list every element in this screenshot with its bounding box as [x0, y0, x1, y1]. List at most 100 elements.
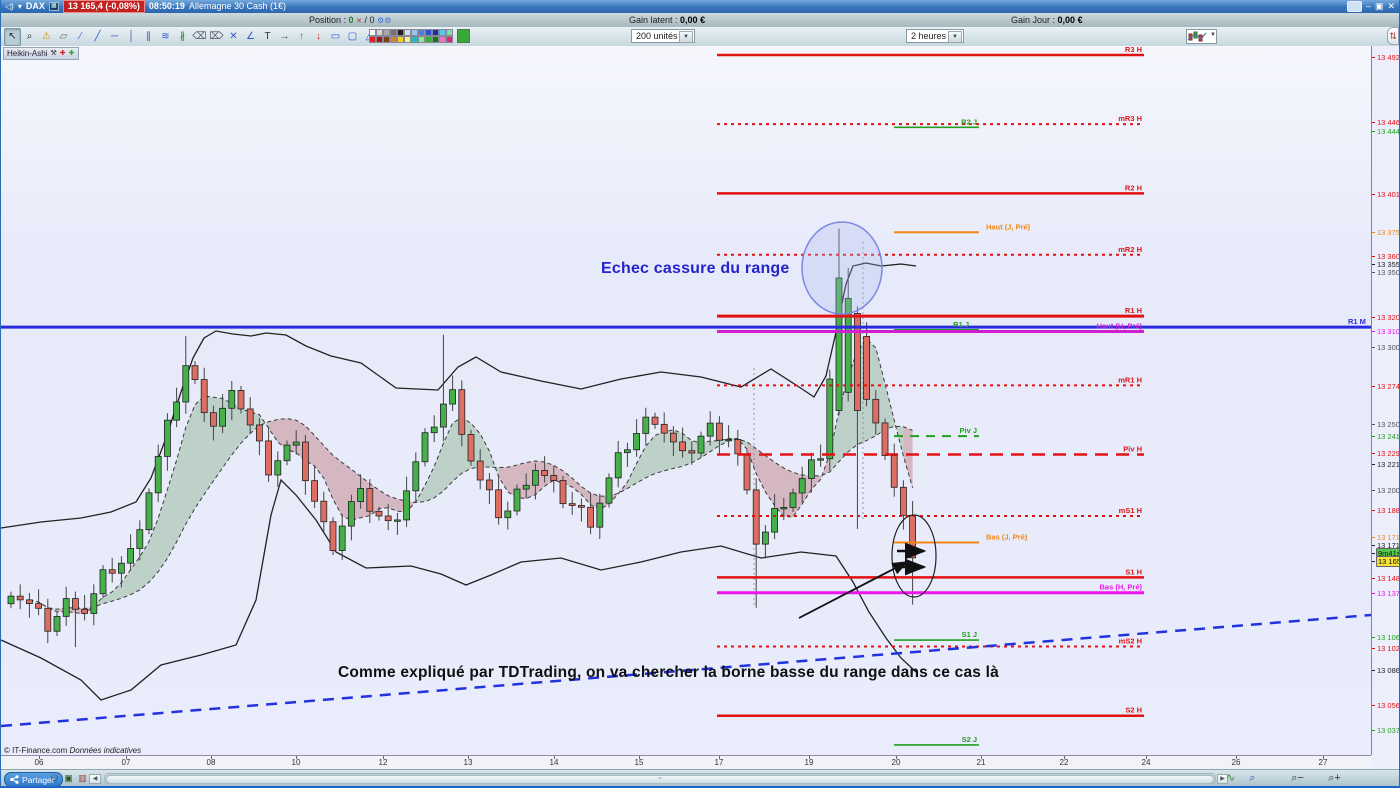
add-indicator-icon[interactable]: ✚ [69, 48, 75, 59]
level-label: Piv H [1123, 445, 1142, 454]
timeframe-select[interactable]: 2 heures ▼ [906, 29, 964, 43]
color-swatch[interactable] [446, 36, 453, 43]
color-swatch[interactable] [376, 29, 383, 36]
color-swatch[interactable] [439, 36, 446, 43]
restore-button[interactable]: ▣ [1375, 1, 1384, 12]
current-color-swatch[interactable] [457, 29, 470, 43]
level-label: mR1 H [1118, 375, 1142, 384]
chevron-down-icon[interactable]: ▼ [1210, 32, 1216, 38]
date-label: 19 [804, 758, 814, 767]
color-swatch[interactable] [376, 36, 383, 43]
zoom-selection-icon[interactable]: ⌕ [1244, 771, 1261, 786]
color-swatch[interactable] [411, 36, 418, 43]
units-select[interactable]: 200 unités ▼ [631, 29, 695, 43]
polygon-tool[interactable]: ▢ [344, 28, 361, 46]
level-label: S1 J [962, 630, 977, 639]
line-tool[interactable]: ╱ [89, 28, 106, 46]
position-qty-2: 0 [369, 15, 375, 25]
date-label: 26 [1231, 758, 1241, 767]
indicator-label: Heikin-Ashi [7, 49, 48, 58]
date-label: 14 [549, 758, 559, 767]
chart-settings-icon[interactable]: ∿ [1222, 771, 1239, 786]
account-icon[interactable]: ⚇ [48, 772, 61, 785]
eraser-tool[interactable]: ▱ [55, 28, 72, 46]
color-swatch[interactable] [383, 36, 390, 43]
segment-tool[interactable]: ∕ [72, 28, 89, 46]
chevron-down-icon[interactable]: ▼ [948, 31, 962, 43]
level-label: mS1 H [1119, 506, 1142, 515]
watchlist-grid-icon[interactable]: ▦ [48, 2, 59, 11]
moving-average-cloud [29, 338, 914, 615]
color-swatch[interactable] [439, 29, 446, 36]
level-label: R3 H [1125, 46, 1142, 54]
delete-tool[interactable]: ⌫ [191, 28, 208, 46]
color-swatch[interactable] [397, 29, 404, 36]
zoom-tool[interactable]: ⌕ [21, 28, 38, 46]
delete-all-tool[interactable]: ⌦ [208, 28, 225, 46]
cursor-tool[interactable]: ↖ [4, 28, 21, 46]
chart-area[interactable]: R3 H mR3 H R2 J R2 H Haut (J, Pré) mR2 H R1 H R… [1, 46, 1372, 755]
rectangle-tool[interactable]: ▭ [327, 28, 344, 46]
orders-gear-icon[interactable]: ⚙⚙ [377, 16, 391, 25]
parallel-lines-tool[interactable]: ∥ [140, 28, 157, 46]
arrow-up-tool[interactable]: ↑ [293, 28, 310, 46]
position-label: Position : [309, 15, 347, 25]
color-swatch[interactable] [369, 36, 376, 43]
price-axis-label: 13 320,2 [1372, 313, 1399, 322]
text-tool[interactable]: T [259, 28, 276, 46]
chart-type-button[interactable]: ▼ [1186, 29, 1217, 44]
color-swatch[interactable] [425, 29, 432, 36]
price-chart: R3 H mR3 H R2 J R2 H Haut (J, Pré) mR2 H R1 H R… [1, 46, 1371, 746]
color-swatch[interactable] [418, 29, 425, 36]
scrollbar-thumb[interactable]: = [106, 775, 1214, 784]
color-swatch[interactable] [404, 29, 411, 36]
trend-channel-tool[interactable]: ∦ [174, 28, 191, 46]
minimize-button[interactable]: – [1366, 1, 1371, 12]
color-swatch[interactable] [404, 36, 411, 43]
fibonacci-tool[interactable]: ≋ [157, 28, 174, 46]
horizontal-scrollbar[interactable]: = [104, 773, 1216, 784]
close-button[interactable]: ✕ [1387, 1, 1395, 12]
chevron-down-icon[interactable]: ▾ [18, 0, 22, 13]
market-depth-icon[interactable]: ▥ [76, 772, 89, 785]
remove-indicator-icon[interactable]: ✚ [60, 48, 66, 59]
collapse-toolbar-button[interactable]: ◀ [89, 774, 101, 784]
speaker-icon[interactable]: ◁) [5, 0, 14, 13]
date-axis[interactable]: 06 07 08 10 12 13 14 15 17 19 20 21 22 24 26 27 [1, 755, 1371, 770]
price-axis-label: 13 241,1 [1372, 432, 1399, 441]
chevron-down-icon[interactable]: ▼ [679, 31, 693, 43]
gain-jour-label: Gain Jour : [1011, 15, 1056, 25]
vertical-line-tool[interactable]: │ [123, 28, 140, 46]
price-axis-label: 13 444,7 [1372, 127, 1399, 136]
order-panel-button[interactable]: ⇅ [1387, 27, 1399, 45]
color-swatch[interactable] [446, 29, 453, 36]
color-swatch[interactable] [432, 36, 439, 43]
screenshot-icon[interactable]: ▣ [62, 772, 75, 785]
price-axis[interactable]: 13 492,4 13 446,813 444,7 13 401,2 13 375,5… [1372, 46, 1399, 755]
color-swatch[interactable] [425, 36, 432, 43]
zoom-out-icon[interactable]: ⌕− [1289, 771, 1306, 786]
close-position-icon[interactable]: ✕ [356, 18, 362, 25]
indicator-chip[interactable]: Heikin-Ashi ⚒ ✚ ✚ [3, 47, 79, 60]
alert-tool[interactable]: ⚠ [38, 28, 55, 46]
color-swatch[interactable] [418, 36, 425, 43]
color-swatch[interactable] [369, 29, 376, 36]
color-swatch[interactable] [432, 29, 439, 36]
price-axis-label: 13 137,9 [1372, 589, 1399, 598]
color-swatch[interactable] [411, 29, 418, 36]
arrow-right-tool[interactable]: → [276, 28, 293, 46]
angle-tool[interactable]: ∠ [242, 28, 259, 46]
date-label: 10 [291, 758, 301, 767]
horizontal-line-tool[interactable]: ─ [106, 28, 123, 46]
zoom-in-icon[interactable]: ⌕+ [1326, 771, 1343, 786]
color-swatch[interactable] [383, 29, 390, 36]
date-label: 13 [463, 758, 473, 767]
wrench-icon[interactable]: ⚒ [50, 48, 56, 59]
price-axis-label: 13 229,0 [1372, 449, 1399, 458]
color-swatch[interactable] [397, 36, 404, 43]
color-swatch[interactable] [390, 29, 397, 36]
crosshair-tool[interactable]: ✕ [225, 28, 242, 46]
monitor-icon[interactable] [1346, 1, 1362, 12]
arrow-down-tool[interactable]: ↓ [310, 28, 327, 46]
color-swatch[interactable] [390, 36, 397, 43]
